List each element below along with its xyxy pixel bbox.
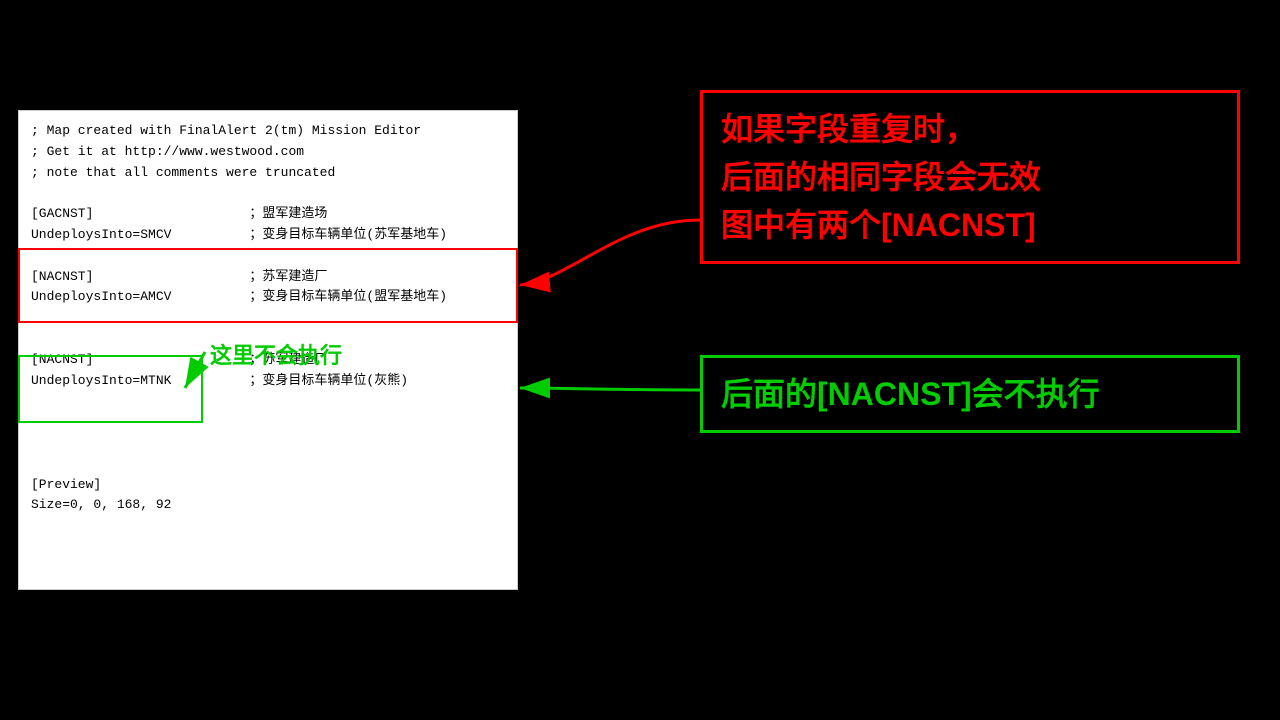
code-line-9: UndeploysInto=AMCV ；变身目标车辆单位(盟军基地车) — [31, 287, 505, 308]
code-line-8: [NACNST] ；苏军建造厂 — [31, 267, 505, 288]
code-line-14 — [31, 391, 505, 412]
code-line-3: ; note that all comments were truncated — [31, 163, 505, 184]
code-line-7 — [31, 246, 505, 267]
code-line-5: [GACNST] ；盟军建造场 — [31, 204, 505, 225]
annotation-green-box: 后面的[NACNST]会不执行 — [700, 355, 1240, 433]
green-arrow-right — [520, 388, 700, 390]
code-line-1: ; Map created with FinalAlert 2(tm) Miss… — [31, 121, 505, 142]
code-line-4 — [31, 183, 505, 204]
code-line-16 — [31, 433, 505, 454]
code-line-2: ; Get it at http://www.westwood.com — [31, 142, 505, 163]
red-arrow — [520, 220, 700, 285]
annotation-red-text: 如果字段重复时，后面的相同字段会无效图中有两个[NACNST] — [721, 111, 1041, 243]
code-line-15 — [31, 412, 505, 433]
code-line-10 — [31, 308, 505, 329]
code-line-18: [Preview] — [31, 475, 505, 496]
code-line-6: UndeploysInto=SMCV ；变身目标车辆单位(苏军基地车) — [31, 225, 505, 246]
code-line-13: UndeploysInto=MTNK ；变身目标车辆单位(灰熊) — [31, 371, 505, 392]
annotation-green-text: 后面的[NACNST]会不执行 — [721, 376, 1100, 412]
code-line-19: Size=0, 0, 168, 92 — [31, 495, 505, 516]
green-label: 这里不会执行 — [210, 338, 342, 370]
code-line-17 — [31, 454, 505, 475]
annotation-red-box: 如果字段重复时，后面的相同字段会无效图中有两个[NACNST] — [700, 90, 1240, 264]
